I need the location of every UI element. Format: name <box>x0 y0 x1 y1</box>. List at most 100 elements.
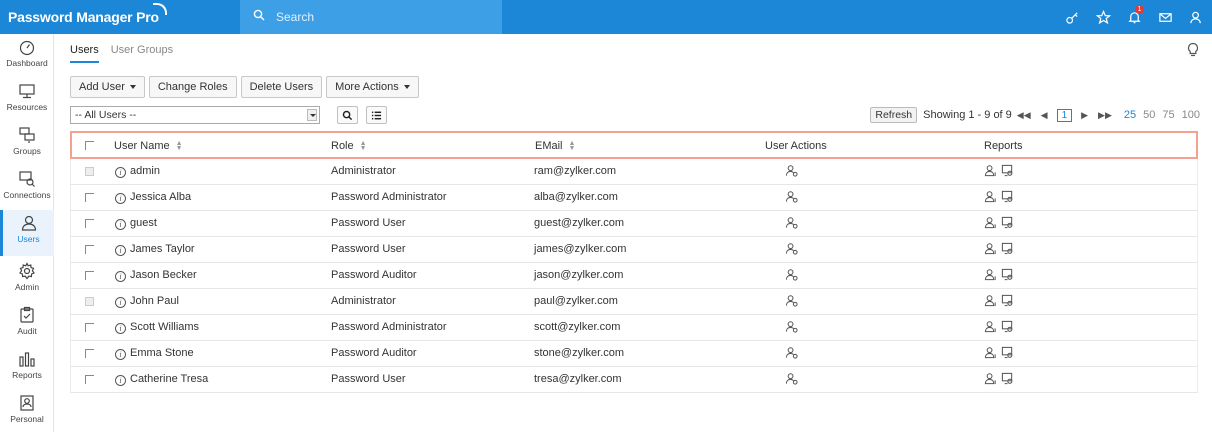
user-report-icon[interactable] <box>984 320 997 333</box>
info-icon[interactable]: i <box>115 271 126 282</box>
sidebar-item-users[interactable]: Users <box>0 210 54 256</box>
row-checkbox[interactable] <box>85 271 94 280</box>
user-action-icon[interactable] <box>785 164 798 180</box>
user-name[interactable]: Jason Becker <box>130 269 197 281</box>
delete-users-button[interactable]: Delete Users <box>240 76 323 98</box>
prev-page-icon[interactable]: ◀ <box>1041 110 1048 121</box>
sidebar-item-connections[interactable]: Connections <box>0 166 54 210</box>
user-action-icon[interactable] <box>785 372 798 388</box>
more-actions-button[interactable]: More Actions <box>326 76 419 98</box>
user-name[interactable]: Jessica Alba <box>130 191 191 203</box>
bell-icon[interactable]: 1 <box>1119 0 1150 34</box>
tab-user-groups[interactable]: User Groups <box>111 44 173 63</box>
resource-report-icon[interactable] <box>1001 242 1014 255</box>
resource-report-icon[interactable] <box>1001 372 1014 385</box>
user-name[interactable]: James Taylor <box>130 243 195 255</box>
page-size-100[interactable]: 100 <box>1182 109 1200 121</box>
user-profile-icon[interactable] <box>1181 0 1212 34</box>
info-icon[interactable]: i <box>115 219 126 230</box>
user-action-icon[interactable] <box>785 268 798 284</box>
page-size-50[interactable]: 50 <box>1143 109 1155 121</box>
column-role[interactable]: Role ▲ ▼ <box>331 140 367 152</box>
user-report-icon[interactable] <box>984 164 997 177</box>
user-report-icon[interactable] <box>984 216 997 229</box>
user-report-icon[interactable] <box>984 190 997 203</box>
user-action-icon[interactable] <box>785 294 798 310</box>
search-input[interactable] <box>276 9 476 25</box>
resource-report-icon[interactable] <box>1001 346 1014 359</box>
user-action-icon[interactable] <box>785 190 798 206</box>
user-name[interactable]: Catherine Tresa <box>130 373 208 385</box>
page-size-25[interactable]: 25 <box>1124 109 1136 121</box>
table-row[interactable]: i Jason Becker Password Auditor jason@zylke… <box>70 263 1198 289</box>
resource-report-icon[interactable] <box>1001 268 1014 281</box>
table-row[interactable]: i Scott Williams Password Administrator sco… <box>70 315 1198 341</box>
resource-report-icon[interactable] <box>1001 216 1014 229</box>
sidebar-item-personal[interactable]: Personal <box>0 390 54 432</box>
select-all-checkbox[interactable] <box>85 141 94 150</box>
user-report-icon[interactable] <box>984 346 997 359</box>
row-checkbox[interactable] <box>85 375 94 384</box>
user-report-icon[interactable] <box>984 372 997 385</box>
row-checkbox[interactable] <box>85 219 94 228</box>
sidebar-item-reports[interactable]: Reports <box>0 346 54 390</box>
lightbulb-icon[interactable] <box>1186 42 1200 58</box>
next-page-icon[interactable]: ▶ <box>1081 110 1088 121</box>
user-name[interactable]: Scott Williams <box>130 321 199 333</box>
info-icon[interactable]: i <box>115 193 126 204</box>
resource-report-icon[interactable] <box>1001 294 1014 307</box>
table-row[interactable]: i Jessica Alba Password Administrator alba@… <box>70 185 1198 211</box>
row-checkbox[interactable] <box>85 349 94 358</box>
resource-report-icon[interactable] <box>1001 164 1014 177</box>
page-size-75[interactable]: 75 <box>1162 109 1174 121</box>
resource-report-icon[interactable] <box>1001 320 1014 333</box>
user-name[interactable]: Emma Stone <box>130 347 194 359</box>
user-action-icon[interactable] <box>785 242 798 258</box>
table-row[interactable]: i James Taylor Password User james@zylker.c… <box>70 237 1198 263</box>
sidebar-item-audit[interactable]: Audit <box>0 302 54 346</box>
user-name[interactable]: admin <box>130 165 160 177</box>
row-checkbox[interactable] <box>85 323 94 332</box>
info-icon[interactable]: i <box>115 375 126 386</box>
user-action-icon[interactable] <box>785 346 798 362</box>
user-report-icon[interactable] <box>984 268 997 281</box>
info-icon[interactable]: i <box>115 245 126 256</box>
table-row[interactable]: i John Paul Administrator paul@zylker.com <box>70 289 1198 315</box>
search-icon[interactable] <box>253 9 265 24</box>
chevron-down-icon[interactable] <box>307 109 317 121</box>
row-checkbox[interactable] <box>85 245 94 254</box>
global-search[interactable] <box>240 0 502 34</box>
column-user-name[interactable]: User Name ▲ ▼ <box>114 140 183 152</box>
table-row[interactable]: i Emma Stone Password Auditor stone@zylker.… <box>70 341 1198 367</box>
last-page-icon[interactable]: ▶▶ <box>1098 110 1112 121</box>
user-filter-select[interactable]: -- All Users -- <box>70 106 320 124</box>
sidebar-item-dashboard[interactable]: Dashboard <box>0 34 54 78</box>
row-checkbox[interactable] <box>85 193 94 202</box>
first-page-icon[interactable]: ◀◀ <box>1017 110 1031 121</box>
refresh-button[interactable]: Refresh <box>870 107 918 123</box>
info-icon[interactable]: i <box>115 297 126 308</box>
column-chooser-button[interactable] <box>366 106 387 124</box>
info-icon[interactable]: i <box>115 323 126 334</box>
user-report-icon[interactable] <box>984 294 997 307</box>
table-row[interactable]: i admin Administrator ram@zylker.com <box>70 159 1198 185</box>
user-name[interactable]: John Paul <box>130 295 179 307</box>
table-row[interactable]: i guest Password User guest@zylker.com <box>70 211 1198 237</box>
info-icon[interactable]: i <box>115 349 126 360</box>
add-user-button[interactable]: Add User <box>70 76 145 98</box>
table-row[interactable]: i Catherine Tresa Password User tresa@zylke… <box>70 367 1198 393</box>
sidebar-item-groups[interactable]: Groups <box>0 122 54 166</box>
sidebar-item-resources[interactable]: Resources <box>0 78 54 122</box>
key-icon[interactable] <box>1057 0 1088 34</box>
user-action-icon[interactable] <box>785 320 798 336</box>
change-roles-button[interactable]: Change Roles <box>148 76 237 98</box>
app-logo[interactable]: Password Manager Pro <box>8 3 167 25</box>
search-button[interactable] <box>337 106 358 124</box>
page-number[interactable]: 1 <box>1056 108 1073 122</box>
mail-icon[interactable] <box>1150 0 1181 34</box>
user-report-icon[interactable] <box>984 242 997 255</box>
star-icon[interactable] <box>1088 0 1119 34</box>
tab-users[interactable]: Users <box>70 44 99 63</box>
resource-report-icon[interactable] <box>1001 190 1014 203</box>
sidebar-item-admin[interactable]: Admin <box>0 258 54 302</box>
